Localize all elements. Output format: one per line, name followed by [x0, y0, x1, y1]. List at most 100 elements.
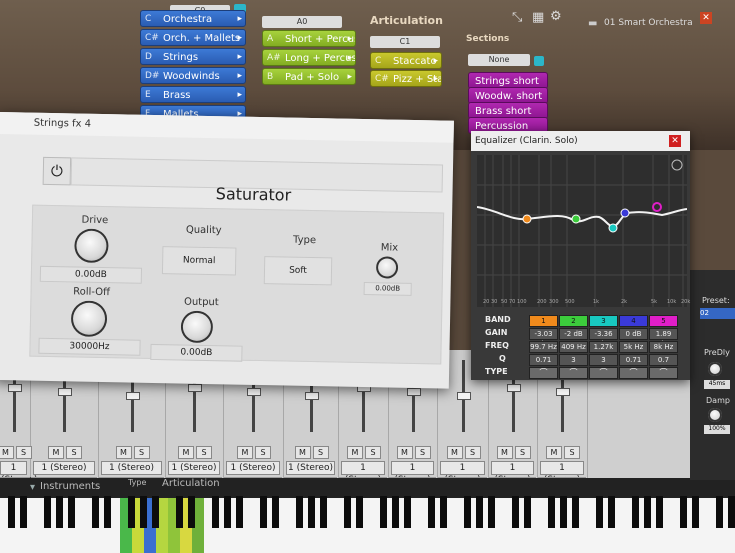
- instrument-item-3[interactable]: D# Woodwinds ▸: [140, 67, 246, 84]
- channel-io[interactable]: 1 (Stereo): [341, 461, 385, 485]
- eq-graph[interactable]: [477, 155, 687, 307]
- fader-handle[interactable]: [247, 388, 261, 396]
- black-key[interactable]: [380, 496, 387, 528]
- fader-handle[interactable]: [456, 392, 471, 400]
- quality-select[interactable]: Normal: [161, 246, 237, 276]
- black-key[interactable]: [224, 496, 231, 528]
- black-key[interactable]: [404, 496, 411, 528]
- black-key[interactable]: [320, 496, 327, 528]
- black-key[interactable]: [308, 496, 315, 528]
- mix-knob[interactable]: [375, 256, 399, 279]
- mute-button[interactable]: M: [496, 446, 513, 459]
- drive-value[interactable]: 0.00dB: [39, 265, 143, 284]
- black-key[interactable]: [188, 496, 195, 528]
- black-key[interactable]: [68, 496, 75, 528]
- mute-button[interactable]: M: [396, 446, 413, 459]
- fader-handle[interactable]: [304, 392, 319, 400]
- black-key[interactable]: [656, 496, 663, 528]
- black-key[interactable]: [356, 496, 363, 528]
- solo-button[interactable]: S: [312, 446, 329, 459]
- channel-io[interactable]: 1 (Stereo): [391, 461, 434, 485]
- rolloff-knob[interactable]: [70, 300, 108, 338]
- type-select[interactable]: Soft: [263, 256, 333, 286]
- black-key[interactable]: [632, 496, 639, 528]
- black-key[interactable]: [104, 496, 111, 528]
- eq-band-node-2[interactable]: [571, 214, 581, 224]
- fader-handle[interactable]: [7, 384, 22, 392]
- black-key[interactable]: [260, 496, 267, 528]
- mute-button[interactable]: M: [115, 446, 132, 459]
- instrument-item-0[interactable]: C Orchestra ▸: [140, 10, 246, 27]
- black-key[interactable]: [428, 496, 435, 528]
- damp-knob[interactable]: [708, 408, 722, 422]
- band-q[interactable]: 0.71: [619, 354, 648, 366]
- fader-handle[interactable]: [125, 392, 140, 400]
- solo-button[interactable]: S: [66, 446, 82, 459]
- solo-button[interactable]: S: [564, 446, 580, 459]
- black-key[interactable]: [212, 496, 219, 528]
- solo-button[interactable]: S: [414, 446, 431, 459]
- solo-button[interactable]: S: [464, 446, 481, 459]
- band-type-icon[interactable]: ⌒: [529, 367, 558, 379]
- band-q[interactable]: 0.7: [649, 354, 678, 366]
- rolloff-value[interactable]: 30000Hz: [38, 337, 141, 356]
- band-freq[interactable]: 8k Hz: [649, 341, 678, 353]
- middle-field[interactable]: A0: [262, 16, 342, 28]
- black-key[interactable]: [476, 496, 483, 528]
- band-number[interactable]: 3: [589, 315, 618, 327]
- mute-button[interactable]: M: [446, 446, 463, 459]
- channel-io[interactable]: 1 (Stereo): [101, 461, 162, 475]
- band-type-icon[interactable]: ⌒: [649, 367, 678, 379]
- solo-button[interactable]: S: [196, 446, 212, 459]
- sections-toggle-icon[interactable]: [534, 56, 544, 66]
- eq-band-node-1[interactable]: [522, 214, 532, 224]
- black-key[interactable]: [488, 496, 495, 528]
- black-key[interactable]: [152, 496, 159, 528]
- output-knob[interactable]: [180, 310, 214, 344]
- mute-button[interactable]: M: [237, 446, 253, 459]
- black-key[interactable]: [512, 496, 519, 528]
- articulation-label[interactable]: Articulation: [162, 478, 220, 489]
- channel-io[interactable]: 1 (Stereo): [286, 461, 335, 475]
- articulation-item-0[interactable]: C Staccato ▸: [370, 52, 442, 69]
- band-type-icon[interactable]: ⌒: [589, 367, 618, 379]
- band-type-icon[interactable]: ⌒: [559, 367, 588, 379]
- black-key[interactable]: [140, 496, 147, 528]
- solo-button[interactable]: S: [514, 446, 531, 459]
- black-key[interactable]: [344, 496, 351, 528]
- black-key[interactable]: [92, 496, 99, 528]
- eq-band-node-4[interactable]: [620, 208, 630, 218]
- black-key[interactable]: [8, 496, 15, 528]
- resize-icon[interactable]: ⤡: [512, 10, 522, 25]
- black-key[interactable]: [728, 496, 735, 528]
- instrument-item-1[interactable]: C# Orch. + Mallets ▸: [140, 29, 246, 46]
- black-key[interactable]: [128, 496, 135, 528]
- grid-icon[interactable]: ▦: [532, 10, 544, 25]
- drive-knob[interactable]: [74, 228, 109, 264]
- fader-handle[interactable]: [188, 384, 202, 392]
- solo-button[interactable]: S: [133, 446, 150, 459]
- band-number[interactable]: 4: [619, 315, 648, 327]
- fader-handle[interactable]: [406, 388, 421, 396]
- mute-button[interactable]: M: [178, 446, 194, 459]
- black-key[interactable]: [176, 496, 183, 528]
- channel-io[interactable]: 1 (Stereo): [540, 461, 584, 485]
- gear-icon[interactable]: ⚙: [550, 9, 562, 24]
- channel-io[interactable]: 1 (Stereo): [0, 461, 37, 485]
- type-label[interactable]: Type: [128, 478, 146, 487]
- black-key[interactable]: [524, 496, 531, 528]
- close-icon[interactable]: ✕: [700, 12, 712, 24]
- black-key[interactable]: [20, 496, 27, 528]
- black-key[interactable]: [272, 496, 279, 528]
- channel-io[interactable]: 1 (Stereo): [440, 461, 485, 485]
- band-freq[interactable]: 1.27k Hz: [589, 341, 618, 361]
- type-item-2[interactable]: B Pad + Solo ▸: [262, 68, 356, 85]
- type-item-1[interactable]: A# Long + Percus. ▸: [262, 49, 356, 66]
- band-freq[interactable]: 409 Hz: [559, 341, 588, 353]
- channel-io[interactable]: 1 (Stereo): [168, 461, 220, 475]
- solo-button[interactable]: S: [365, 446, 381, 459]
- black-key[interactable]: [680, 496, 687, 528]
- instruments-label[interactable]: Instruments: [40, 481, 100, 492]
- black-key[interactable]: [296, 496, 303, 528]
- band-gain[interactable]: -2 dB: [559, 328, 588, 340]
